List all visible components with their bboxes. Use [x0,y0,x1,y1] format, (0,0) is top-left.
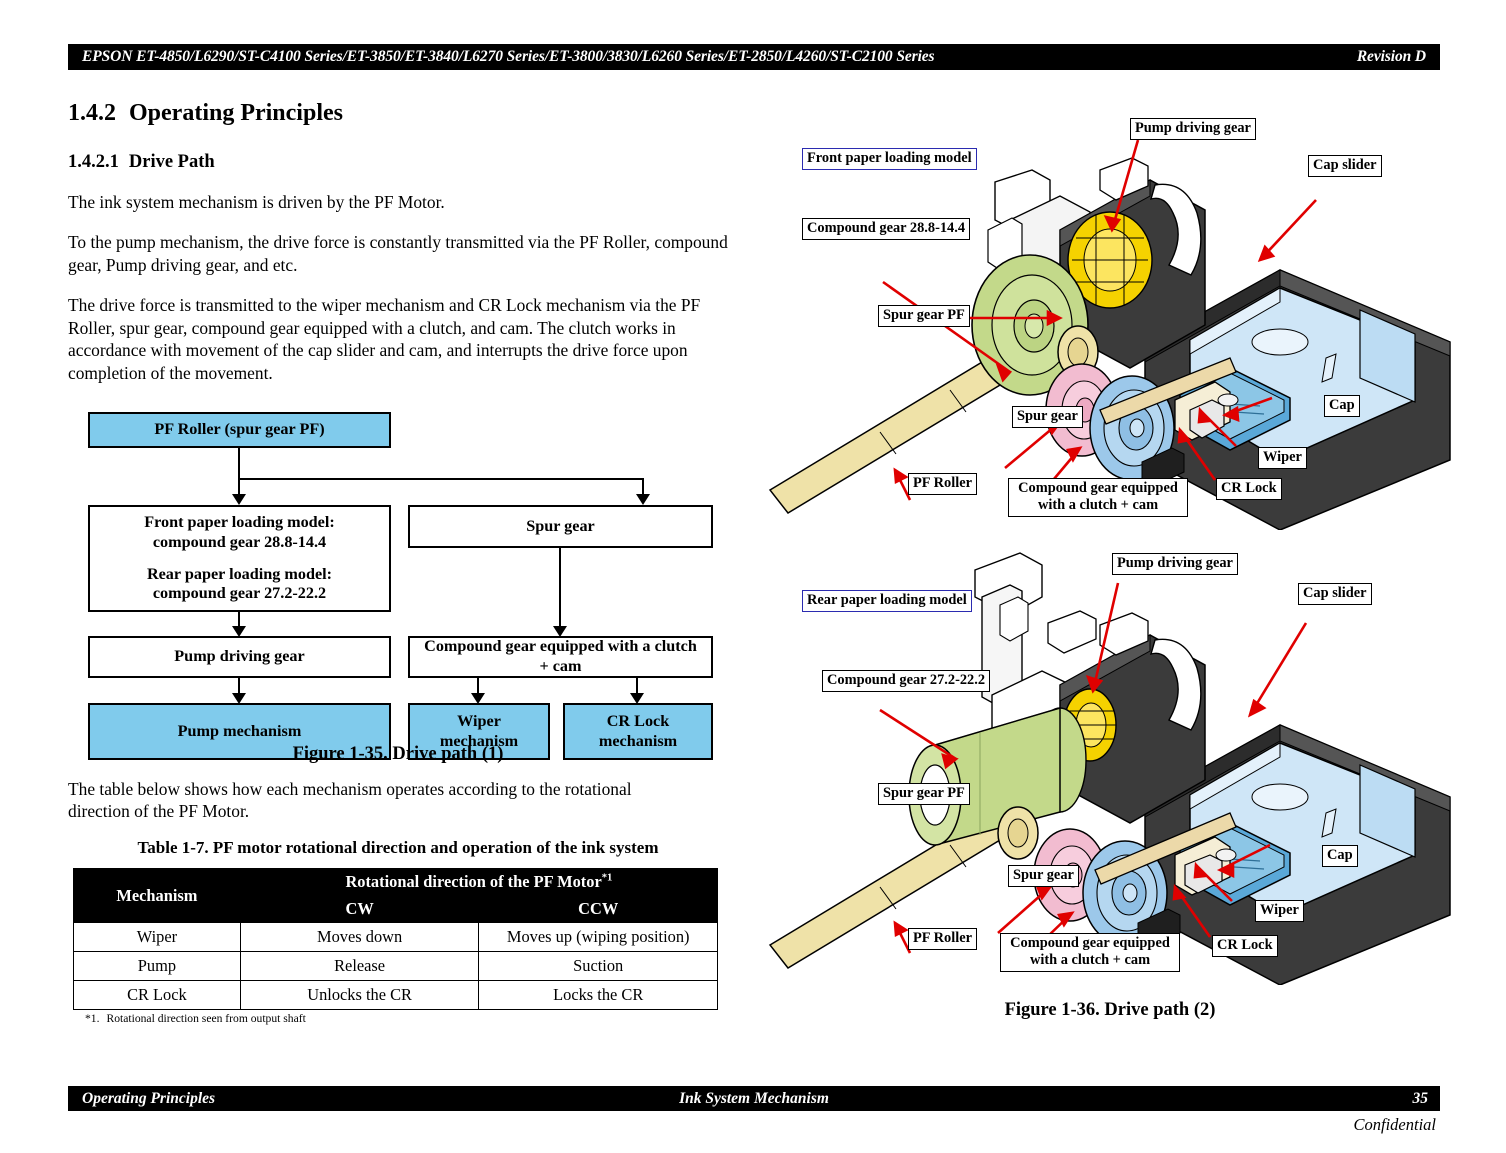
label-cr-lock: CR Lock [1216,478,1282,500]
flow-box-pf-roller: PF Roller (spur gear PF) [88,412,391,448]
label-pf-roller: PF Roller [908,473,978,495]
flow-box-spur-gear-label: Spur gear [526,516,595,535]
cell-mechanism: CR Lock [73,980,241,1010]
table-header-row-1: Mechanism Rotational direction of the PF… [73,868,719,923]
flow-arrow-to-left-branch [232,494,246,505]
label-cap-slider: Cap slider [1308,155,1382,177]
paragraph-2: To the pump mechanism, the drive force i… [68,232,728,275]
subsection-heading: 1.4.2.1 Drive Path [68,152,728,173]
label-compound-gear-28-8: Compound gear 28.8-14.4 [802,218,971,240]
section-number: 1.4.2 [68,100,116,126]
pf-motor-direction-table: Mechanism Rotational direction of the PF… [73,868,719,1010]
table-header-mechanism: Mechanism [73,868,241,923]
footer-chapter-name: Ink System Mechanism [679,1089,829,1107]
subsection-title: Drive Path [128,152,215,172]
table-row: Pump Release Suction [73,951,718,981]
section-title: Operating Principles [129,100,343,126]
label-spur-gear-pf: Spur gear PF [878,305,970,327]
flow-box-crlock-line1: CR Lock [606,711,670,730]
page-header-bar: EPSON ET-4850/L6290/ST-C4100 Series/ET-3… [68,44,1440,70]
table-header-group: Rotational direction of the PF Motor*1 [239,868,719,896]
label-cr-lock: CR Lock [1212,935,1278,957]
flow-box-clutch-cam-line1: Compound gear equipped with a clutch [424,637,697,656]
label-wiper: Wiper [1258,447,1307,469]
subsection-number: 1.4.2.1 [68,152,119,172]
footnote-marker: *1. [85,1012,100,1025]
cell-ccw: Suction [478,951,718,981]
table-body: Wiper Moves down Moves up (wiping positi… [73,922,718,1010]
cell-mechanism: Wiper [73,922,241,952]
paragraph-4: The table below shows how each mechanism… [68,779,632,822]
label-rear-paper-loading-model: Rear paper loading model [802,590,972,612]
cell-cw: Moves down [239,922,480,952]
flow-connector-root-down [238,448,240,480]
label-pf-roller: PF Roller [908,928,978,950]
flow-box-pump-driving-gear-label: Pump driving gear [174,647,305,666]
flow-box-pump-mechanism-label: Pump mechanism [177,721,302,740]
label-pump-driving-gear: Pump driving gear [1112,553,1238,575]
table-header-group-footnote-marker: *1 [601,872,613,884]
label-wiper: Wiper [1255,900,1304,922]
flow-box-rear-model-line1: Rear paper loading model: [146,564,333,583]
drive-path-flowchart: PF Roller (spur gear PF) Front paper loa… [88,412,713,760]
label-compound-gear-27-2: Compound gear 27.2-22.2 [822,670,991,692]
label-compound-gear-clutch-cam: Compound gear equipped with a clutch + c… [1000,933,1180,972]
flow-box-rear-model-line2: compound gear 27.2-22.2 [152,584,327,603]
figure-1-36-caption: Figure 1-36. Drive path (2) [1004,1000,1216,1020]
figure-1-35-caption: Figure 1-35. Drive path (1) [292,744,504,764]
header-revision: Revision D [1356,48,1426,65]
label-clutch-cam-line2: with a clutch + cam [1029,951,1151,968]
label-spur-gear: Spur gear [1012,406,1083,428]
compound-gear-part [908,706,1087,846]
flow-connector-to-clutch [559,548,561,629]
label-spur-gear: Spur gear [1008,865,1079,887]
table-row: Wiper Moves down Moves up (wiping positi… [73,922,718,952]
paragraph-1: The ink system mechanism is driven by th… [68,192,445,212]
section-heading: 1.4.2 Operating Principles [68,100,728,127]
table-row: CR Lock Unlocks the CR Locks the CR [73,980,718,1010]
figure-1-36-illustration: Rear paper loading model Compound gear 2… [760,545,1460,985]
flow-box-pf-roller-label: PF Roller (spur gear PF) [154,420,325,439]
flow-box-pump-driving-gear: Pump driving gear [88,636,391,678]
flow-box-wiper-line1: Wiper [457,711,501,730]
table-header-ccw: CCW [478,895,718,923]
cell-cw: Unlocks the CR [239,980,480,1010]
flow-box-compound-gears: Front paper loading model: compound gear… [88,505,391,612]
label-front-paper-loading-model: Front paper loading model [802,148,977,170]
footnote-text: Rotational direction seen from output sh… [106,1012,306,1025]
footer-page-number: 35 [1412,1089,1429,1107]
left-text-column: 1.4.2 Operating Principles 1.4.2.1 Drive P… [68,100,728,384]
table-head: Mechanism Rotational direction of the PF… [73,868,719,923]
figure-1-35-illustration: Front paper loading model Compound gear … [760,110,1460,530]
cell-mechanism: Pump [73,951,241,981]
flow-arrow-to-spur-gear [636,494,650,505]
label-pump-driving-gear: Pump driving gear [1130,118,1256,140]
flow-box-spur-gear: Spur gear [408,505,713,548]
label-clutch-cam-line1: Compound gear equipped [1010,935,1170,951]
flow-box-clutch-cam: Compound gear equipped with a clutch + c… [408,636,713,678]
label-clutch-cam-line1: Compound gear equipped [1018,480,1178,496]
table-header-group-text: Rotational direction of the PF Motor [345,872,602,891]
confidential-notice: Confidential [1353,1115,1437,1134]
cell-cw: Release [239,951,480,981]
flow-box-clutch-cam-line2: + cam [539,657,582,675]
flow-connector-split [238,478,644,480]
spur-gear-pf-part [997,806,1039,860]
cell-ccw: Moves up (wiping position) [478,922,718,952]
table-header-cw: CW [239,895,480,923]
header-model-list: EPSON ET-4850/L6290/ST-C4100 Series/ET-3… [82,48,935,65]
flow-box-front-model-line2: compound gear 28.8-14.4 [152,532,327,551]
label-cap-slider: Cap slider [1298,583,1372,605]
label-spur-gear-pf: Spur gear PF [878,783,970,805]
flow-box-front-model-line1: Front paper loading model: [144,512,335,531]
table-footnote: *1. Rotational direction seen from output… [85,1012,306,1025]
label-cap: Cap [1322,845,1358,867]
label-clutch-cam-line2: with a clutch + cam [1037,496,1159,513]
label-cap: Cap [1324,395,1360,417]
page-footer-bar: Operating Principles Ink System Mechanis… [68,1086,1440,1111]
label-compound-gear-clutch-cam: Compound gear equipped with a clutch + c… [1008,478,1188,517]
paragraph-3: The drive force is transmitted to the wi… [68,295,701,383]
table-1-7-title: Table 1-7. PF motor rotational direction… [137,838,659,857]
cell-ccw: Locks the CR [478,980,718,1010]
